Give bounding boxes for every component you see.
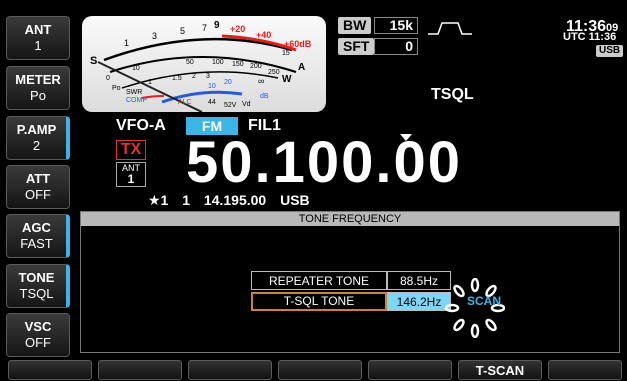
po-scale-200: 200 (250, 63, 262, 70)
preamp-button-value: 2 (32, 138, 41, 153)
vd-scale-44: 44 (208, 99, 216, 106)
tone-button-value: TSQL (19, 286, 54, 301)
po-scale-0: 0 (106, 75, 110, 82)
tone-frequency-panel: TONE FREQUENCY REPEATER TONE 88.5Hz T-SQ… (80, 211, 620, 353)
scan-label: SCAN (467, 294, 502, 308)
tsql-tone-value: 146.2Hz (387, 292, 451, 311)
tx-indicator: TX (116, 140, 146, 160)
s-label: S (90, 55, 97, 67)
bottom-key-3[interactable] (188, 360, 272, 380)
att-button-value: OFF (25, 187, 51, 202)
a-label: A (298, 62, 305, 73)
bw-value: 15k (374, 17, 418, 34)
bottom-key-1[interactable] (8, 360, 92, 380)
bottom-key-7[interactable] (548, 360, 622, 380)
vsc-button-title: VSC (24, 319, 52, 334)
s-scale-7: 7 (202, 23, 207, 33)
preamp-button-title: P.AMP (16, 122, 57, 137)
ant-button[interactable]: ANT 1 (6, 16, 70, 60)
ant-button-title: ANT (24, 22, 52, 37)
meter-button-title: METER (15, 72, 61, 87)
ant-indicator: ANT 1 (116, 162, 146, 187)
utc-time: UTC 11:36 (563, 31, 617, 43)
po-scale-100: 100 (212, 59, 224, 66)
comp-scale-20: 20 (224, 79, 232, 86)
s-scale-plus20: +20 (230, 24, 245, 34)
swr-scale-1: 1 (148, 79, 152, 86)
panel-title: TONE FREQUENCY (81, 212, 619, 226)
swr-scale-1-5: 1.5 (172, 75, 182, 82)
agc-button-value: FAST (20, 236, 53, 251)
sub-band-readout: ★1 1 14.195.00 USB (148, 192, 320, 209)
agc-button-title: AGC (22, 220, 51, 235)
s-scale-1: 1 (124, 38, 129, 48)
tsql-tone-label: T-SQL TONE (251, 292, 387, 311)
analog-meter: S 1 3 5 7 9 +20 +40 +60dB 0 10 50 100 15… (82, 16, 326, 112)
comp-label: COMP (126, 97, 147, 104)
att-button-title: ATT (25, 171, 51, 186)
vd-label: Vd (242, 101, 251, 108)
po-scale-10: 10 (132, 65, 140, 72)
ant-indicator-value: 1 (117, 173, 145, 186)
t-scan-button[interactable]: T-SCAN (458, 360, 542, 380)
a-scale-15: 15 (282, 50, 290, 57)
w-label: W (282, 74, 292, 85)
bw-tag: BW (338, 17, 372, 34)
s-scale-9: 9 (214, 20, 220, 31)
po-label: Po (112, 85, 121, 92)
sub-frequency: 14.195.00 (203, 192, 267, 208)
bottom-key-4[interactable] (278, 360, 362, 380)
bottom-key-5[interactable] (368, 360, 452, 380)
comp-scale-10: 10 (208, 83, 216, 90)
alc-label: ALC (178, 99, 192, 106)
sub-mode: USB (280, 192, 310, 208)
usb-badge: USB (596, 45, 624, 57)
po-scale-50: 50 (186, 59, 194, 66)
sft-value: 0 (374, 38, 418, 55)
s-scale-plus60: +60dB (284, 39, 312, 49)
tone-button-title: TONE (18, 270, 55, 285)
vsc-button-value: OFF (25, 335, 51, 350)
scan-spinner-icon (445, 278, 505, 338)
po-scale-250: 250 (268, 69, 280, 76)
comp-meter-arc (161, 90, 243, 104)
tone-mode-indicator: TSQL (431, 86, 474, 103)
repeater-tone-value: 88.5Hz (387, 271, 451, 290)
meter-dial: S 1 3 5 7 9 +20 +40 +60dB 0 10 50 100 15… (90, 20, 312, 112)
swr-scale-infinity: ∞ (258, 76, 264, 86)
swr-scale-2: 2 (192, 73, 196, 80)
att-button[interactable]: ATT OFF (6, 165, 70, 209)
meter-button-value: Po (30, 88, 46, 103)
comp-scale-db: dB (260, 93, 269, 100)
meter-button[interactable]: METER Po (6, 66, 70, 110)
repeater-tone-label: REPEATER TONE (251, 271, 387, 290)
vsc-button[interactable]: VSC OFF (6, 313, 70, 357)
vd-scale-52v: 52V (224, 102, 237, 109)
s-scale-5: 5 (180, 26, 185, 36)
bottom-key-2[interactable] (98, 360, 182, 380)
ant-button-value: 1 (34, 38, 42, 53)
tone-button[interactable]: TONE TSQL (6, 264, 70, 308)
s-scale-plus40: +40 (256, 30, 271, 40)
s-scale-3: 3 (152, 31, 157, 41)
main-frequency[interactable]: 50.100.00 (186, 133, 462, 193)
sub-vfo-number: 1 (182, 192, 191, 208)
vfo-name: VFO-A (116, 117, 166, 134)
po-scale-150: 150 (232, 61, 244, 68)
swr-scale-3: 3 (206, 73, 210, 80)
preamp-button[interactable]: P.AMP 2 (6, 116, 70, 160)
swr-label: SWR (126, 89, 142, 96)
filter-shape-icon (428, 22, 472, 35)
radio-screen: ANT 1 METER Po P.AMP 2 ATT OFF AGC FAST … (0, 0, 627, 381)
agc-button[interactable]: AGC FAST (6, 214, 70, 258)
sft-tag: SFT (338, 38, 375, 55)
memory-star: ★1 (148, 192, 169, 208)
